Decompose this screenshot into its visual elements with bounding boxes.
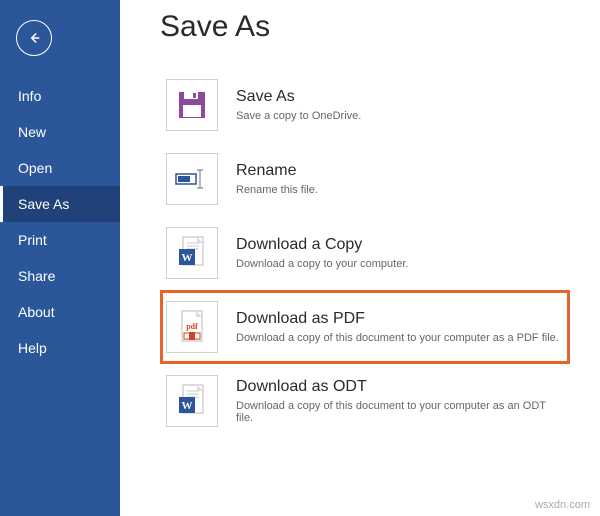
odt-icon: W	[166, 375, 218, 427]
option-rename[interactable]: Rename Rename this file.	[160, 142, 570, 216]
sidebar-item-help[interactable]: Help	[0, 330, 120, 366]
sidebar-item-open[interactable]: Open	[0, 150, 120, 186]
option-desc: Rename this file.	[236, 184, 318, 196]
sidebar-item-info[interactable]: Info	[0, 78, 120, 114]
sidebar: Info New Open Save As Print Share About …	[0, 0, 120, 516]
sidebar-item-new[interactable]: New	[0, 114, 120, 150]
svg-text:pdf: pdf	[186, 322, 198, 331]
option-title: Download as PDF	[236, 310, 559, 328]
option-desc: Save a copy to OneDrive.	[236, 110, 361, 122]
svg-text:W: W	[182, 400, 193, 412]
sidebar-item-about[interactable]: About	[0, 294, 120, 330]
word-doc-icon: W	[166, 227, 218, 279]
floppy-icon	[166, 79, 218, 131]
sidebar-item-share[interactable]: Share	[0, 258, 120, 294]
option-text: Download as ODT Download a copy of this …	[236, 378, 564, 424]
option-text: Download a Copy Download a copy to your …	[236, 236, 408, 270]
page-title: Save As	[160, 10, 570, 44]
option-download-copy[interactable]: W Download a Copy Download a copy to you…	[160, 216, 570, 290]
back-button[interactable]	[16, 20, 52, 56]
pdf-icon: pdf	[166, 301, 218, 353]
option-title: Rename	[236, 162, 318, 180]
option-text: Save As Save a copy to OneDrive.	[236, 88, 361, 122]
sidebar-item-print[interactable]: Print	[0, 222, 120, 258]
option-text: Download as PDF Download a copy of this …	[236, 310, 559, 344]
option-title: Save As	[236, 88, 361, 106]
option-download-odt[interactable]: W Download as ODT Download a copy of thi…	[160, 364, 570, 438]
option-title: Download a Copy	[236, 236, 408, 254]
option-title: Download as ODT	[236, 378, 564, 396]
main-panel: Save As Save As Save a copy to OneDrive.…	[120, 0, 600, 516]
arrow-left-icon	[25, 29, 43, 47]
watermark: wsxdn.com	[535, 499, 590, 511]
option-desc: Download a copy to your computer.	[236, 258, 408, 270]
svg-text:W: W	[182, 252, 193, 264]
option-save-as[interactable]: Save As Save a copy to OneDrive.	[160, 68, 570, 142]
option-desc: Download a copy of this document to your…	[236, 400, 564, 424]
option-download-pdf[interactable]: pdf Download as PDF Download a copy of t…	[160, 290, 570, 364]
option-text: Rename Rename this file.	[236, 162, 318, 196]
sidebar-item-save-as[interactable]: Save As	[0, 186, 120, 222]
option-desc: Download a copy of this document to your…	[236, 332, 559, 344]
rename-icon	[166, 153, 218, 205]
